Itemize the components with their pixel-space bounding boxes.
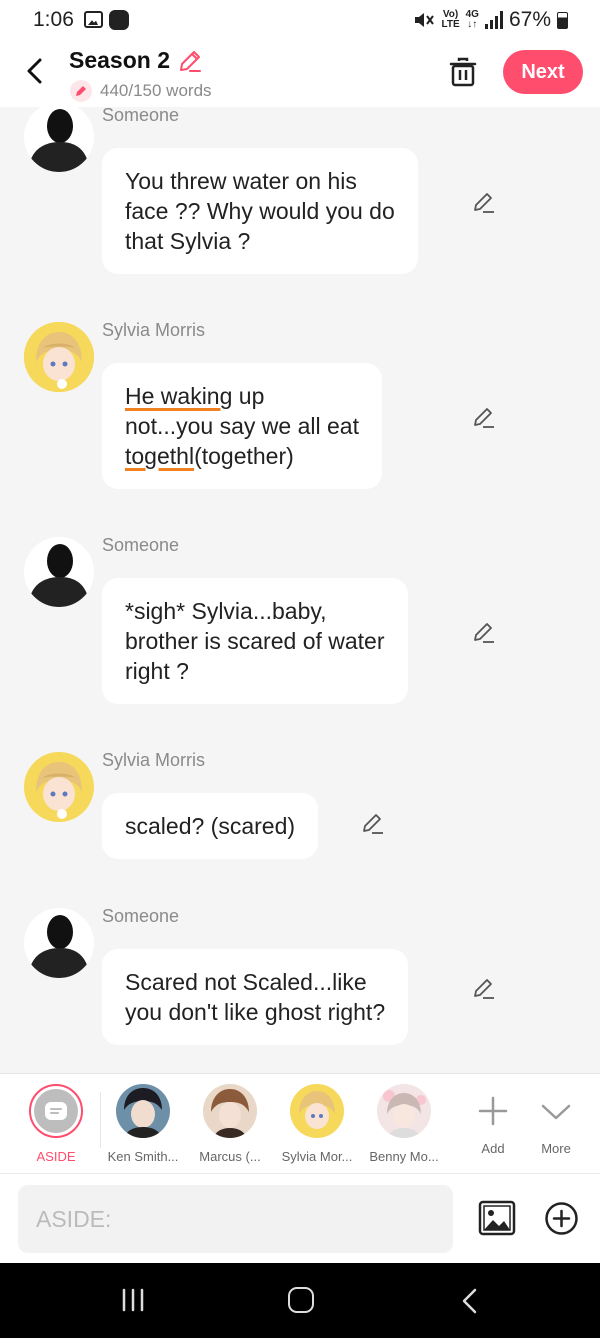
chat-area[interactable]: Someone You threw water on his face ?? W… (0, 107, 600, 1073)
anime-boy-avatar[interactable] (24, 322, 94, 392)
spellcheck-underlined-word[interactable]: He waking (125, 383, 232, 409)
next-button[interactable]: Next (503, 50, 583, 94)
status-right: Vo) LTE 4G ↓↑ 67% (413, 8, 568, 32)
battery-percent: 67% (508, 8, 551, 31)
chevron-down-icon (541, 1104, 571, 1120)
character-name: Sylvia Mor... (281, 1149, 353, 1164)
gallery-notification-icon (84, 11, 103, 28)
message-bubble[interactable]: He waking up not...you say we all eat to… (102, 363, 382, 489)
spellcheck-underlined-word[interactable]: togethl (125, 443, 194, 469)
character-marcus[interactable]: Marcus (... (184, 1084, 276, 1164)
edit-message-pencil-icon[interactable] (471, 975, 497, 1001)
character-name: Ken Smith... (107, 1149, 179, 1164)
trash-icon[interactable] (448, 56, 478, 88)
add-circle-icon[interactable] (544, 1201, 579, 1236)
more-characters-button[interactable]: More (510, 1084, 600, 1156)
message-bubble[interactable]: scaled? (scared) (102, 793, 319, 859)
edit-message-pencil-icon[interactable] (360, 810, 386, 836)
volte-indicator: Vo) LTE (441, 9, 460, 30)
character-name: Benny Mo... (369, 1149, 439, 1164)
edit-title-pencil-icon[interactable] (177, 48, 203, 74)
character-name: Marcus (... (199, 1149, 261, 1164)
sylvia-morris-avatar (290, 1084, 344, 1138)
character-aside[interactable]: ASIDE (10, 1084, 102, 1164)
character-selector: ASIDE Ken Smith... Marcus (... Sylvia Mo… (0, 1073, 600, 1173)
mute-icon (415, 13, 435, 27)
battery-icon (557, 11, 568, 29)
status-bar: 1:06 Vo) LTE 4G ↓↑ 67% (0, 0, 600, 40)
network-type-indicator: 4G ↓↑ (465, 9, 479, 30)
silhouette-avatar[interactable] (24, 908, 94, 978)
sender-name: Someone (102, 535, 180, 555)
message-input[interactable] (18, 1185, 453, 1253)
silhouette-avatar[interactable] (24, 537, 94, 607)
more-label: More (541, 1141, 571, 1156)
image-icon[interactable] (478, 1200, 516, 1236)
back-arrow-icon[interactable] (22, 56, 48, 86)
system-nav-bar (0, 1263, 600, 1338)
app-notification-icon (109, 10, 129, 30)
benny-avatar (377, 1084, 431, 1138)
edit-message-pencil-icon[interactable] (471, 619, 497, 645)
input-bar (0, 1173, 600, 1263)
sender-name: Someone (102, 906, 180, 926)
sender-name: Someone (102, 107, 180, 125)
marcus-avatar (203, 1084, 257, 1138)
message-bubble[interactable]: Scared not Scaled...like you don't like … (102, 949, 409, 1045)
sender-name: Sylvia Morris (102, 320, 206, 340)
aside-icon (29, 1084, 83, 1138)
message-bubble[interactable]: You threw water on his face ?? Why would… (102, 148, 418, 274)
recent-apps-icon[interactable] (120, 1288, 146, 1312)
silhouette-avatar[interactable] (24, 107, 94, 172)
page-title[interactable]: Season 2 (69, 47, 170, 74)
message-bubble[interactable]: *sigh* Sylvia...baby, brother is scared … (102, 578, 408, 704)
character-sylvia-morris[interactable]: Sylvia Mor... (271, 1084, 363, 1164)
edit-message-pencil-icon[interactable] (471, 189, 497, 215)
anime-boy-avatar[interactable] (24, 752, 94, 822)
word-count: 440/150 words (100, 81, 212, 100)
home-icon[interactable] (288, 1287, 314, 1313)
nav-back-icon[interactable] (460, 1287, 480, 1315)
character-name: ASIDE (36, 1149, 76, 1164)
character-benny[interactable]: Benny Mo... (358, 1084, 450, 1164)
status-time: 1:06 (33, 8, 74, 31)
ken-smith-avatar (116, 1084, 170, 1138)
signal-icon (484, 11, 503, 29)
character-ken-smith[interactable]: Ken Smith... (97, 1084, 189, 1164)
sender-name: Sylvia Morris (102, 750, 206, 770)
word-count-pencil-icon (70, 80, 92, 102)
edit-message-pencil-icon[interactable] (471, 404, 497, 430)
header: Season 2 440/150 words Next (0, 40, 600, 107)
